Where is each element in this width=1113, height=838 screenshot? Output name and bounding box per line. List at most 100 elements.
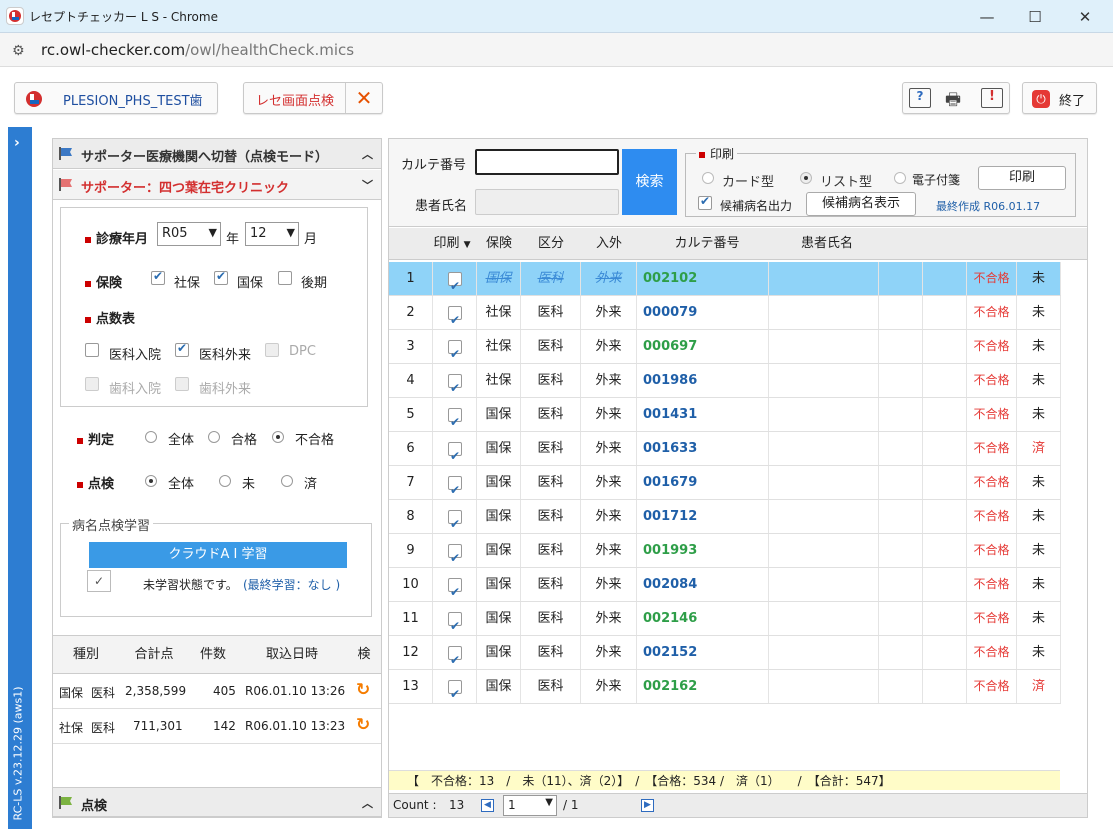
next-page-icon[interactable]: ▶ <box>641 799 654 812</box>
table-row[interactable]: 8 国保医科外来001712 不合格未 <box>389 500 1061 541</box>
karte-number[interactable]: 001712 <box>637 500 769 533</box>
print-checkbox[interactable] <box>448 542 462 575</box>
chevron-down-icon[interactable]: ﹀ <box>362 177 373 193</box>
karte-input[interactable] <box>475 149 619 175</box>
printer-icon[interactable]: 🖶 <box>945 87 961 116</box>
table-row[interactable]: 5 国保医科外来001431 不合格未 <box>389 398 1061 439</box>
hantei-all-radio[interactable] <box>145 431 157 443</box>
karte-number[interactable]: 001679 <box>637 466 769 499</box>
print-checkbox[interactable] <box>448 474 462 507</box>
chevron-up-icon[interactable]: ︿ <box>362 146 373 162</box>
table-row[interactable]: 11 国保医科外来002146 不合格未 <box>389 602 1061 643</box>
ika-gairai-checkbox[interactable] <box>175 341 189 357</box>
year-select[interactable]: R05 ▼ <box>157 222 221 246</box>
table-row[interactable]: 10 国保医科外来002084 不合格未 <box>389 568 1061 609</box>
print-checkbox[interactable] <box>448 610 462 643</box>
list-radio[interactable] <box>800 172 812 184</box>
patient-name <box>769 636 879 669</box>
refresh-icon[interactable]: ↻ <box>356 715 370 735</box>
tenken-footer[interactable]: 点検 ︿ <box>53 787 381 817</box>
help-icon[interactable]: ? <box>909 88 931 108</box>
maximize-icon[interactable]: ☐ <box>1012 4 1058 30</box>
close-window-icon[interactable]: ✕ <box>1062 4 1108 30</box>
flag-icon <box>59 147 72 160</box>
shaho-checkbox[interactable] <box>151 269 165 285</box>
side-strip[interactable]: › RC-LS v.23.12.29 (aws1) <box>8 127 32 829</box>
kouki-checkbox[interactable] <box>278 271 292 285</box>
address-bar[interactable]: ⚙ rc.owl-checker.com/owl/healthCheck.mic… <box>0 33 1113 67</box>
print-checkbox[interactable] <box>448 508 462 541</box>
kouho-checkbox[interactable] <box>698 194 712 210</box>
karte-number[interactable]: 001986 <box>637 364 769 397</box>
karte-number[interactable]: 002162 <box>637 670 769 703</box>
tenken-zumi-radio[interactable] <box>281 475 293 487</box>
denshi-radio[interactable] <box>894 172 906 184</box>
tenken-mi-radio[interactable] <box>219 475 231 487</box>
cell-nyugai: 外来 <box>581 432 637 465</box>
supporter-header[interactable]: サポーター：四つ葉在宅クリニック ﹀ <box>53 170 381 200</box>
switch-header[interactable]: サポーター医療機関へ切替（点検モード） ︿ <box>53 139 381 169</box>
karte-number[interactable]: 002146 <box>637 602 769 635</box>
close-x-icon[interactable]: ✕ <box>345 83 382 113</box>
print-checkbox[interactable] <box>448 372 462 405</box>
exit-button[interactable]: ⏻ 終了 <box>1022 82 1097 114</box>
expand-arrow-icon[interactable]: › <box>14 135 20 151</box>
table-row[interactable]: 12 国保医科外来002152 不合格未 <box>389 636 1061 677</box>
col-kubun: 区分 <box>537 236 564 251</box>
clinic-button[interactable]: PLESION_PHS_TEST歯 <box>14 82 218 114</box>
search-button[interactable]: 検索 <box>622 149 677 215</box>
print-checkbox[interactable] <box>448 304 462 337</box>
ika-nyuin-checkbox[interactable] <box>85 343 99 357</box>
hantei-pass-radio[interactable] <box>208 431 220 443</box>
import-row[interactable]: 社保 医科 711,301 142 R06.01.10 13:23 ↻ <box>53 709 381 744</box>
karte-number[interactable]: 002102 <box>637 262 769 295</box>
table-row[interactable]: 6 国保医科外来001633 不合格済 <box>389 432 1061 473</box>
print-checkbox[interactable] <box>448 576 462 609</box>
cloud-ai-learn-button[interactable]: クラウドA I 学習 <box>89 542 347 568</box>
hantei-fail-radio[interactable] <box>272 431 284 443</box>
learn-last[interactable]: (最終学習：なし ) <box>243 576 340 593</box>
table-row[interactable]: 1 国保医科外来002102 不合格未 <box>389 262 1061 303</box>
print-checkbox[interactable] <box>448 270 462 303</box>
tenken-all-radio[interactable] <box>145 475 157 487</box>
karte-number[interactable]: 000079 <box>637 296 769 329</box>
refresh-icon[interactable]: ↻ <box>356 680 370 700</box>
blank-cell <box>923 670 967 703</box>
table-row[interactable]: 4 社保医科外来001986 不合格未 <box>389 364 1061 405</box>
table-row[interactable]: 3 社保医科外来000697 不合格未 <box>389 330 1061 371</box>
print-checkbox[interactable] <box>448 406 462 439</box>
site-settings-icon[interactable]: ⚙ <box>12 43 25 59</box>
learn-check-icon[interactable]: ✓ <box>87 570 111 592</box>
print-checkbox[interactable] <box>448 644 462 677</box>
chevron-up-icon[interactable]: ︿ <box>362 795 373 811</box>
table-row[interactable]: 9 国保医科外来001993 不合格未 <box>389 534 1061 575</box>
print-button[interactable]: 印刷 <box>978 166 1066 190</box>
karte-number[interactable]: 002152 <box>637 636 769 669</box>
url-text[interactable]: rc.owl-checker.com/owl/healthCheck.mics <box>41 41 354 59</box>
card-radio[interactable] <box>702 172 714 184</box>
print-checkbox[interactable] <box>448 678 462 711</box>
page-select[interactable]: 1 ▼ <box>503 795 557 816</box>
month-select[interactable]: 12 ▼ <box>245 222 299 246</box>
kouho-show-button[interactable]: 候補病名表示 <box>806 192 916 216</box>
karte-number[interactable]: 002084 <box>637 568 769 601</box>
table-row[interactable]: 2 社保医科外来000079 不合格未 <box>389 296 1061 337</box>
col-print[interactable]: 印刷 ▼ <box>427 228 477 260</box>
prev-page-icon[interactable]: ◀ <box>481 799 494 812</box>
sort-down-icon[interactable]: ▼ <box>464 240 471 250</box>
cell-nyugai: 外来 <box>581 296 637 329</box>
print-checkbox[interactable] <box>448 338 462 371</box>
kokuho-checkbox[interactable] <box>214 269 228 285</box>
karte-number[interactable]: 001431 <box>637 398 769 431</box>
minimize-icon[interactable]: — <box>964 4 1010 30</box>
karte-number[interactable]: 001633 <box>637 432 769 465</box>
karte-number[interactable]: 000697 <box>637 330 769 363</box>
table-row[interactable]: 7 国保医科外来001679 不合格未 <box>389 466 1061 507</box>
print-checkbox[interactable] <box>448 440 462 473</box>
alert-icon[interactable]: ! <box>981 88 1003 108</box>
import-row[interactable]: 国保 医科 2,358,599 405 R06.01.10 13:26 ↻ <box>53 674 381 709</box>
karte-number[interactable]: 001993 <box>637 534 769 567</box>
table-row[interactable]: 13 国保医科外来002162 不合格済 <box>389 670 1061 711</box>
status-cell: 未 <box>1017 262 1061 295</box>
name-input[interactable] <box>475 189 619 215</box>
